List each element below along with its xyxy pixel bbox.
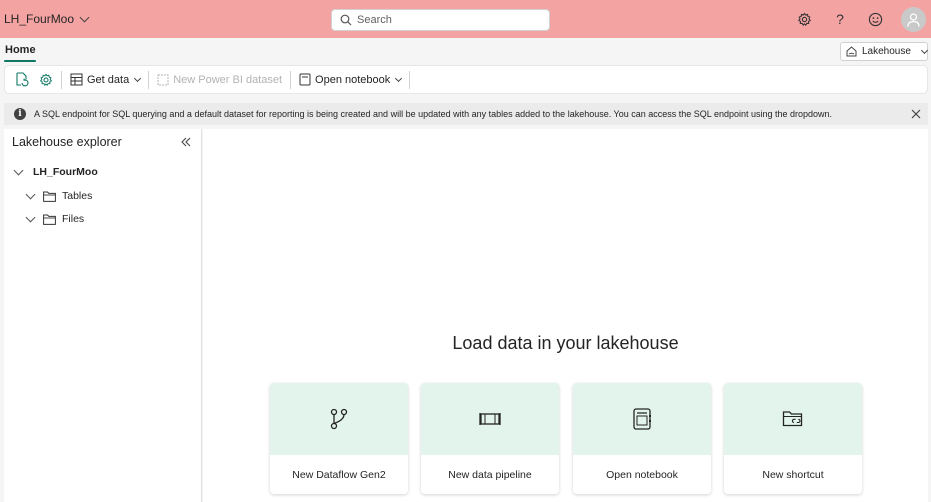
chevron-down-icon — [395, 74, 403, 82]
lakehouse-icon — [846, 46, 857, 57]
help-icon[interactable]: ? — [832, 11, 848, 27]
settings-gear-icon[interactable] — [796, 11, 812, 27]
switcher-label: Lakehouse — [862, 46, 911, 57]
notebook-icon — [299, 73, 311, 86]
chevron-down-icon — [79, 12, 90, 22]
search-box[interactable] — [331, 9, 550, 31]
lakehouse-explorer-pane: Lakehouse explorer LH_FourMoo Tables Fil… — [4, 129, 202, 502]
info-message: A SQL endpoint for SQL querying and a de… — [34, 109, 833, 119]
active-tab-indicator — [4, 60, 36, 62]
table-data-icon — [70, 73, 83, 86]
main-content: Load data in your lakehouse New Dataflow… — [203, 129, 928, 502]
chevron-down-icon — [25, 212, 36, 222]
close-icon[interactable] — [910, 108, 922, 120]
collapse-pane-icon[interactable] — [180, 136, 192, 148]
new-power-bi-dataset-button[interactable]: New Power BI dataset — [155, 69, 284, 91]
workspace-name: LH_FourMoo — [4, 12, 75, 26]
toolbar-divider — [409, 70, 411, 89]
open-notebook-button[interactable]: Open notebook — [297, 69, 403, 91]
workspace-selector[interactable]: LH_FourMoo — [4, 12, 90, 26]
ribbon-toolbar: Get data New Power BI dataset Open noteb… — [4, 65, 928, 94]
new-data-pipeline-card[interactable]: New data pipeline — [421, 383, 559, 494]
search-input[interactable] — [357, 14, 537, 26]
open-notebook-card[interactable]: Open notebook — [573, 383, 711, 494]
chevron-down-icon — [134, 74, 142, 82]
new-file-refresh-icon — [16, 72, 29, 87]
info-icon: i — [14, 108, 26, 120]
search-icon — [340, 14, 352, 26]
lakehouse-view-switcher[interactable]: Lakehouse — [840, 42, 928, 61]
card-label: New shortcut — [762, 468, 824, 481]
open-notebook-label: Open notebook — [315, 73, 391, 86]
explorer-title: Lakehouse explorer — [12, 135, 122, 149]
pipeline-icon — [479, 413, 501, 425]
chevron-down-icon — [13, 165, 24, 175]
tab-home[interactable]: Home — [5, 44, 36, 56]
card-label: New Dataflow Gen2 — [292, 468, 386, 481]
top-header-bar: LH_FourMoo ? — [0, 0, 931, 38]
notebook-icon — [633, 408, 651, 430]
person-icon — [907, 12, 920, 27]
new-shortcut-card[interactable]: New shortcut — [724, 383, 862, 494]
tree-item-tables[interactable]: Tables — [25, 189, 93, 202]
folder-icon — [43, 191, 56, 202]
settings-button[interactable] — [37, 69, 55, 91]
settings-gear-icon — [39, 72, 53, 86]
sql-endpoint-info-bar: i A SQL endpoint for SQL querying and a … — [4, 103, 928, 125]
new-dataflow-gen2-card[interactable]: New Dataflow Gen2 — [270, 383, 408, 494]
ribbon-tab-bar: Home — [0, 38, 931, 64]
chevron-down-icon — [25, 189, 36, 199]
tree-item-label: LH_FourMoo — [33, 166, 98, 178]
toolbar-divider — [290, 70, 292, 89]
dataset-grid-icon — [157, 74, 169, 85]
card-label: Open notebook — [606, 468, 678, 481]
get-data-label: Get data — [87, 73, 130, 86]
shortcut-folder-icon — [782, 411, 803, 427]
page-title: Load data in your lakehouse — [452, 333, 679, 353]
user-avatar[interactable] — [901, 7, 926, 32]
feedback-smiley-icon[interactable] — [867, 11, 883, 27]
toolbar-divider — [148, 70, 150, 89]
tree-item-label: Tables — [62, 190, 93, 202]
chevron-down-icon — [920, 46, 928, 54]
new-item-button[interactable] — [13, 69, 31, 91]
tree-item-label: Files — [62, 213, 85, 225]
new-dataset-label: New Power BI dataset — [173, 73, 283, 86]
tree-item-lakehouse-root[interactable]: LH_FourMoo — [13, 165, 98, 178]
toolbar-divider — [61, 70, 62, 89]
get-data-button[interactable]: Get data — [68, 69, 142, 91]
tree-item-files[interactable]: Files — [25, 212, 85, 225]
card-label: New data pipeline — [448, 468, 532, 481]
dataflow-icon — [330, 408, 348, 430]
folder-icon — [43, 214, 56, 225]
